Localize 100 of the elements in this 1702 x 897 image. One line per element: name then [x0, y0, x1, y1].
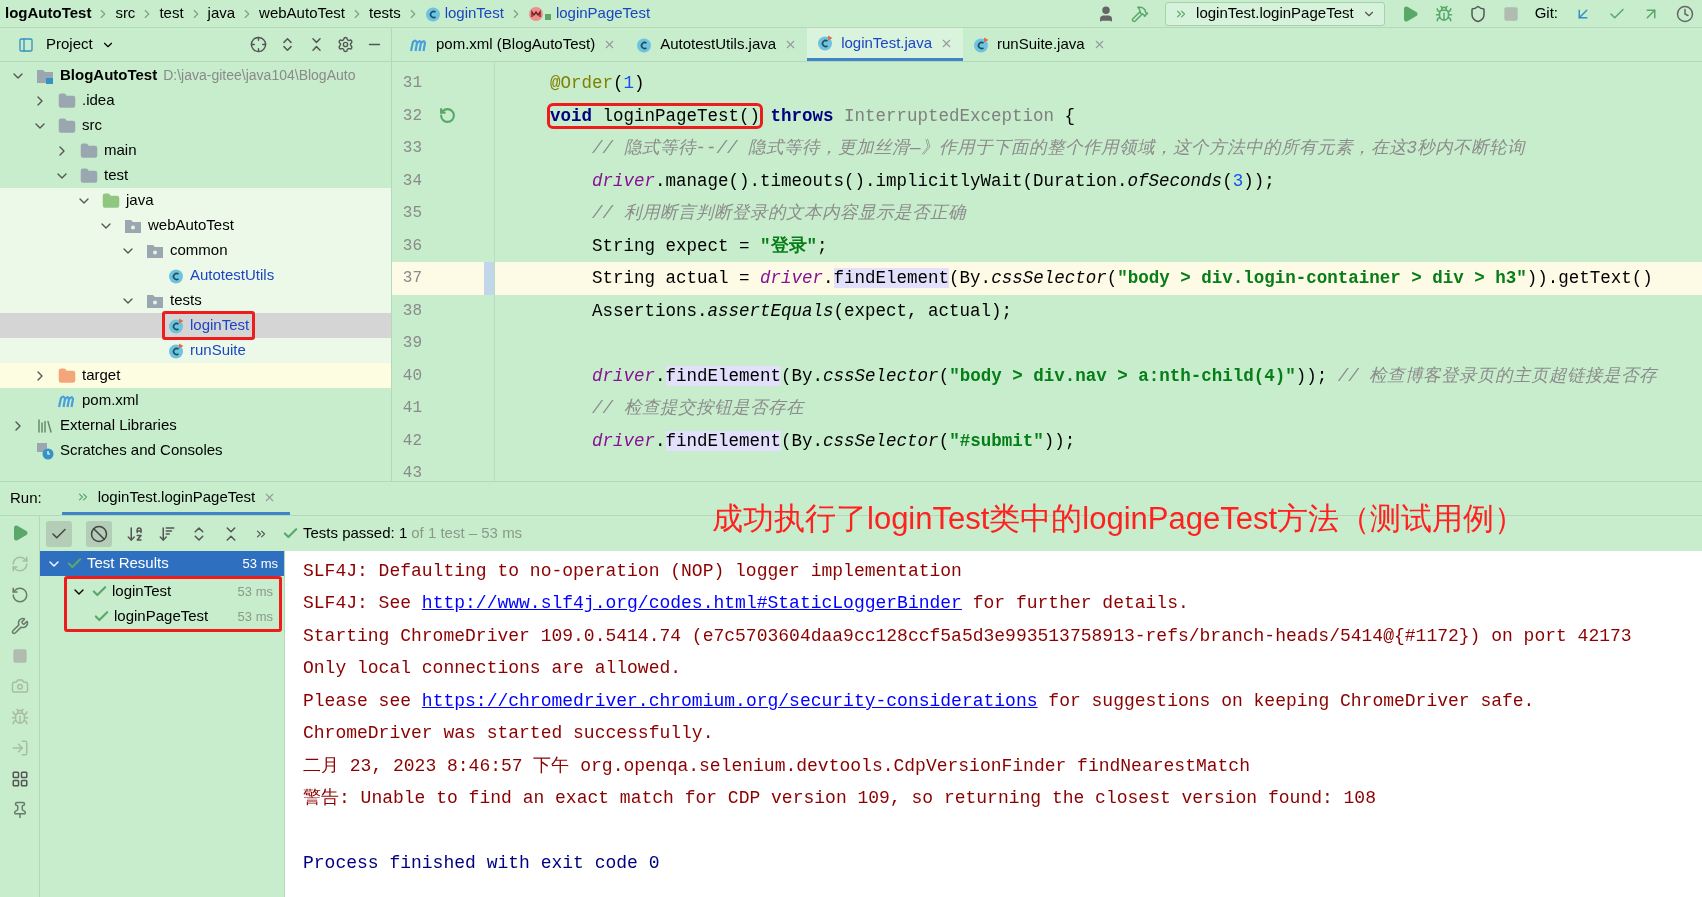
breadcrumb-item[interactable]: src — [110, 2, 141, 25]
breadcrumb-item[interactable]: test — [154, 2, 189, 25]
line-number: 39 — [401, 333, 422, 355]
tree-item[interactable]: pom.xml — [0, 388, 391, 413]
test-status: Tests passed: 1 — [303, 523, 408, 544]
tree-item[interactable]: Scratches and Consoles — [0, 438, 391, 463]
breadcrumb-item[interactable]: webAutoTest — [254, 2, 350, 25]
class-icon — [636, 36, 653, 53]
console-link[interactable]: https://chromedriver.chromium.org/security-considerations — [421, 690, 1038, 711]
console-line: Process finished with exit code 0 — [303, 852, 661, 876]
build-button[interactable] — [1131, 4, 1150, 23]
auto-test-button[interactable] — [10, 586, 29, 604]
folder-icon — [58, 91, 76, 110]
method-icon — [527, 5, 552, 22]
history-button[interactable] — [1676, 4, 1694, 23]
module-icon — [36, 67, 54, 84]
tree-item[interactable]: External Libraries — [0, 413, 391, 438]
run-config-dropdown[interactable]: loginTest.loginPageTest — [1165, 1, 1385, 26]
scratches-icon — [36, 441, 54, 460]
maven-icon — [410, 37, 428, 52]
test-tree-item[interactable]: Test Results 53 ms — [40, 551, 284, 576]
console-line: Please see https://chromedriver.chromium.org/security-considerations for suggestions on keeping ChromeDriver safe. — [303, 689, 1536, 713]
wrench-icon[interactable] — [10, 617, 29, 635]
code-line: driver.manage().timeouts().implicitlyWait(Duration.ofSeconds(3)); — [591, 169, 1275, 193]
folder-icon — [58, 116, 76, 135]
panel-icon — [18, 36, 34, 53]
tree-item[interactable]: test — [0, 163, 391, 188]
code-line: driver.findElement(By.cssSelector("#submit")); — [591, 429, 1076, 453]
folder-icon — [102, 191, 120, 210]
run-tab[interactable]: loginTest.loginPageTest — [61, 482, 291, 515]
line-number: 37 — [401, 268, 422, 290]
console-line: Only local connections are allowed. — [303, 657, 683, 681]
tree-item[interactable]: webAutoTest — [0, 213, 391, 238]
tree-item[interactable]: common — [0, 238, 391, 263]
code-line: // 利用断言判断登录的文本内容显示是否正确 — [591, 202, 966, 226]
breadcrumb-item[interactable]: java — [202, 2, 241, 25]
breadcrumb-item[interactable]: tests — [364, 2, 406, 25]
breadcrumb-item[interactable]: loginPageTest — [522, 2, 656, 25]
tree-item[interactable]: .idea — [0, 88, 391, 113]
show-ignored-button[interactable] — [86, 520, 112, 547]
package-icon — [124, 217, 142, 234]
breadcrumb-item[interactable]: loginTest — [419, 2, 509, 25]
line-number: 40 — [401, 365, 422, 387]
tree-item[interactable]: java — [0, 188, 391, 213]
test-class-icon — [168, 342, 184, 359]
test-class-icon — [817, 35, 834, 51]
tree-item[interactable]: main — [0, 138, 391, 163]
tree-item[interactable]: runSuite — [0, 338, 391, 363]
test-status-detail: of 1 test – 53 ms — [411, 523, 523, 544]
run-test-icon[interactable] — [438, 107, 456, 125]
test-class-icon — [973, 36, 989, 53]
sort-duration-icon[interactable] — [158, 524, 176, 543]
libraries-icon — [36, 416, 54, 435]
folder-icon — [80, 166, 98, 185]
code-line: // 隐式等待--// 隐式等待，更加丝滑—》作用于下面的整个作用领域，这个方法中的所有元素，在这3秒内不断轮询 — [591, 137, 1526, 161]
debug-button[interactable] — [1434, 4, 1453, 23]
editor-tab[interactable]: pom.xml (BlogAutoTest) — [400, 28, 627, 61]
sort-alpha-icon[interactable] — [126, 524, 144, 543]
console-link[interactable]: http://www.slf4j.org/codes.html#StaticLoggerBinder — [421, 593, 962, 614]
line-number: 32 — [401, 105, 422, 127]
folder-icon — [80, 141, 98, 160]
tree-item[interactable]: src — [0, 113, 391, 138]
package-icon — [146, 242, 164, 259]
editor-tab[interactable]: runSuite.java — [963, 28, 1116, 61]
layout-icon[interactable] — [10, 770, 29, 788]
tree-item[interactable]: tests — [0, 288, 391, 313]
maven-icon — [58, 393, 76, 408]
git-label: Git: — [1534, 3, 1558, 24]
editor-tab[interactable]: loginTest.java — [807, 28, 963, 61]
line-number: 41 — [401, 398, 422, 420]
class-icon — [168, 267, 184, 284]
project-view-dropdown[interactable]: Project — [46, 33, 115, 56]
tree-item[interactable]: target — [0, 363, 391, 388]
tree-item[interactable]: AutotestUtils — [0, 263, 391, 288]
line-number: 36 — [401, 235, 422, 257]
settings-icon[interactable] — [337, 36, 354, 53]
package-icon — [146, 292, 164, 309]
console-line: 二月 23, 2023 8:46:57 下午 org.openqa.selenium.devtools.CdpVersionFinder findNearestMatch — [303, 754, 1251, 778]
code-line: Assertions.assertEquals(expect, actual); — [591, 299, 1013, 323]
code-line: String expect = "登录"; — [591, 234, 828, 258]
tree-item[interactable]: BlogAutoTest D:\java-gitee\java104\BlogAuto — [0, 63, 391, 88]
show-passed-button[interactable] — [46, 520, 72, 547]
line-number: 43 — [401, 463, 422, 481]
line-number: 38 — [401, 300, 422, 322]
tree-item[interactable]: loginTest — [0, 313, 391, 338]
run-label: Run: — [9, 488, 43, 509]
editor-tab[interactable]: AutotestUtils.java — [626, 28, 808, 61]
class-icon — [424, 5, 441, 22]
test-tree-item[interactable]: loginTest 53 ms — [43, 579, 279, 604]
locate-icon[interactable] — [250, 36, 267, 53]
test-class-icon — [168, 317, 184, 334]
code-line: void loginPageTest() throws InterruptedException { — [550, 102, 1076, 129]
console-line: Starting ChromeDriver 109.0.5414.74 (e7c5703604daa9cc128ccf5a5d3e993513758913-refs/branch-heads/5414@{#1172}) on port 42173 — [303, 624, 1633, 648]
test-tree-item[interactable]: loginPageTest 53 ms — [43, 604, 279, 629]
code-line: String actual = driver.findElement(By.cssSelector("body > div.login-container > div > h3")).getText() — [591, 267, 1653, 291]
code-line: // 检查提交按钮是否存在 — [591, 397, 804, 421]
breadcrumb-item[interactable]: logAutoTest — [0, 2, 97, 25]
line-number: 42 — [401, 430, 422, 452]
coverage-button[interactable] — [1468, 4, 1487, 23]
line-number: 33 — [401, 138, 422, 160]
